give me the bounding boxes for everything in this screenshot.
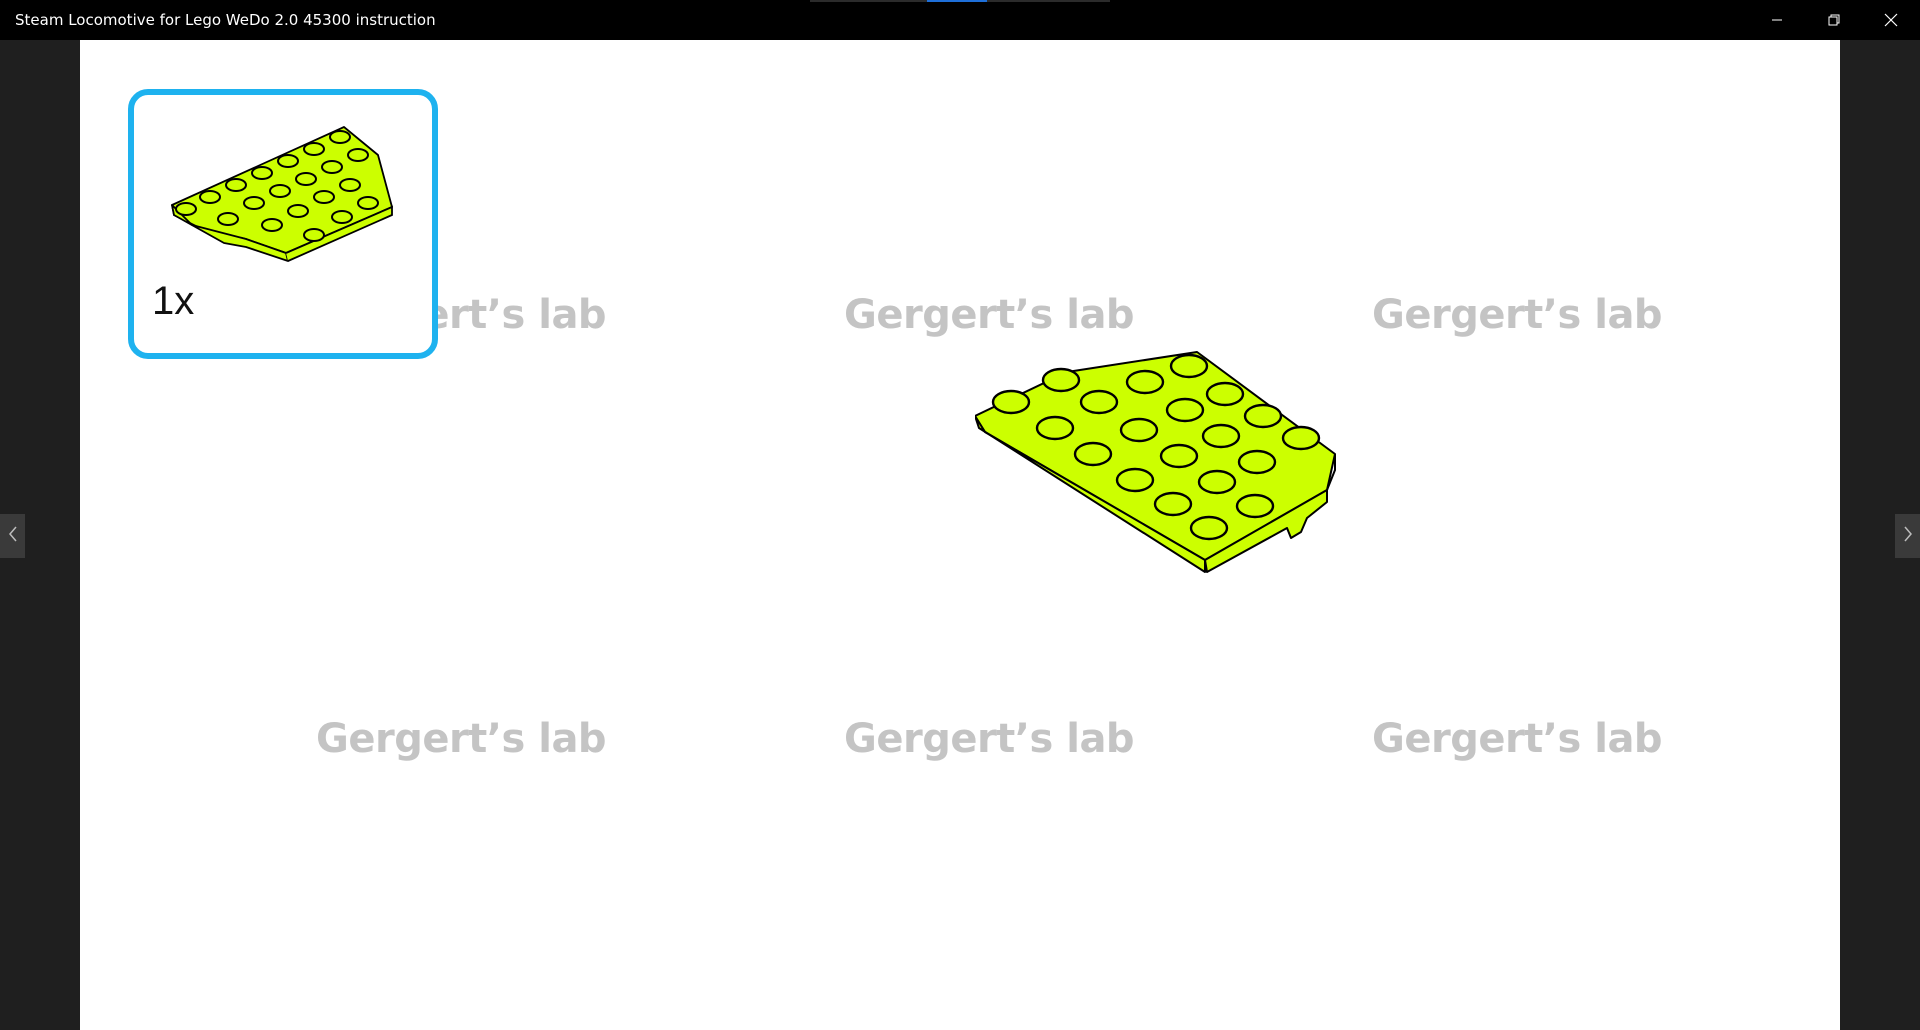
minimize-button[interactable] <box>1748 0 1805 40</box>
chevron-right-icon <box>1903 526 1913 547</box>
loading-indicator <box>810 0 1110 2</box>
wedge-plate-part-image <box>171 126 393 262</box>
watermark: Gergert’s lab <box>316 716 607 762</box>
part-quantity: 1x <box>152 279 195 323</box>
close-icon <box>1884 13 1898 27</box>
watermark: Gergert’s lab <box>1372 716 1663 762</box>
restore-button[interactable] <box>1805 0 1862 40</box>
chevron-left-icon <box>8 526 18 547</box>
instruction-page: Gergert’s lab Gergert’s lab Gergert’s la… <box>80 40 1840 1030</box>
wedge-plate-build-image <box>975 351 1336 573</box>
previous-page-button[interactable] <box>0 514 25 558</box>
watermark: Gergert’s lab <box>844 716 1135 762</box>
watermark: Gergert’s lab <box>844 292 1135 338</box>
document-viewer[interactable]: Gergert’s lab Gergert’s lab Gergert’s la… <box>0 40 1920 1030</box>
title-bar: Steam Locomotive for Lego WeDo 2.0 45300… <box>0 0 1920 40</box>
window-title: Steam Locomotive for Lego WeDo 2.0 45300… <box>15 11 436 29</box>
close-button[interactable] <box>1862 0 1919 40</box>
restore-icon <box>1828 14 1840 26</box>
next-page-button[interactable] <box>1895 514 1920 558</box>
watermark: Gergert’s lab <box>1372 292 1663 338</box>
minimize-icon <box>1771 14 1783 26</box>
parts-callout: 1x <box>128 89 438 359</box>
